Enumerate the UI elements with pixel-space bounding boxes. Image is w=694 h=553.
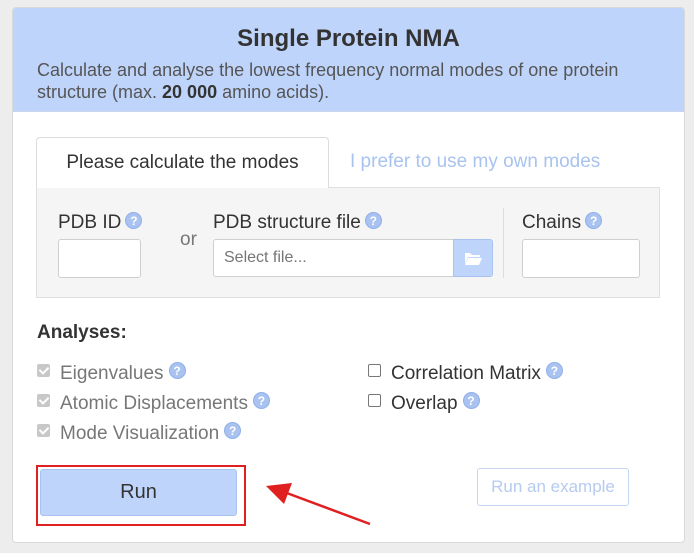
pdb-id-help-icon[interactable]: ? [125,212,143,229]
overlap-help-icon[interactable]: ? [462,392,480,409]
checkbox-atomic-displacements[interactable]: Atomic Displacements? [37,392,270,416]
checkbox-mode-visualization[interactable]: Mode Visualization? [37,422,242,446]
mode-visualization-help-icon[interactable]: ? [224,422,242,439]
chains-help-icon[interactable]: ? [585,212,603,229]
chains-label-text: Chains [522,212,582,233]
pdb-file-input[interactable] [213,239,455,277]
overlap-checkbox[interactable] [368,394,381,408]
eigenvalues-checkbox[interactable] [37,364,50,378]
overlap-label: Overlap [391,393,458,414]
page-title: Single Protein NMA [237,25,460,52]
chains-input[interactable] [522,239,640,278]
card-header: Single Protein NMA Calculate and analyse… [13,8,684,112]
description-text-end: amino acids). [217,82,330,102]
mode-visualization-checkbox[interactable] [37,424,50,438]
eigenvalues-help-icon[interactable]: ? [168,362,186,379]
tab-own-modes[interactable]: I prefer to use my own modes [350,137,650,187]
checkbox-correlation-matrix[interactable]: Correlation Matrix? [368,362,563,386]
run-button[interactable]: Run [40,469,237,516]
chains-label: Chains? [522,212,603,234]
page-description: Calculate and analyse the lowest frequen… [37,59,660,103]
atomic-displacements-help-icon[interactable]: ? [252,392,270,409]
pdb-file-label-text: PDB structure file [213,212,361,233]
folder-icon [465,253,482,265]
eigenvalues-label: Eigenvalues [60,363,164,384]
tab-panel-calculate: PDB ID? or PDB structure file? Chains? [36,187,660,298]
pdb-file-label: PDB structure file? [213,212,382,234]
pointer-arrow-icon [266,483,371,526]
pdb-file-help-icon[interactable]: ? [364,212,382,229]
pdb-id-input[interactable] [58,239,141,278]
atomic-displacements-checkbox[interactable] [37,394,50,408]
correlation-matrix-label: Correlation Matrix [391,363,541,384]
checkbox-eigenvalues[interactable]: Eigenvalues? [37,362,186,386]
correlation-matrix-help-icon[interactable]: ? [545,362,563,379]
correlation-matrix-checkbox[interactable] [368,364,381,378]
browse-file-button[interactable] [453,239,493,277]
description-max-value: 20 000 [162,82,218,102]
or-label: or [180,229,197,250]
field-divider [503,208,504,278]
atomic-displacements-label: Atomic Displacements [60,393,248,414]
analyses-heading: Analyses: [37,322,127,343]
mode-tabs: Please calculate the modes I prefer to u… [36,137,660,188]
pdb-id-label-text: PDB ID [58,212,122,233]
checkbox-overlap[interactable]: Overlap? [368,392,480,416]
tab-calculate-modes[interactable]: Please calculate the modes [36,137,329,188]
run-example-button[interactable]: Run an example [477,468,629,506]
mode-visualization-label: Mode Visualization [60,423,220,444]
pdb-id-label: PDB ID? [58,212,143,234]
